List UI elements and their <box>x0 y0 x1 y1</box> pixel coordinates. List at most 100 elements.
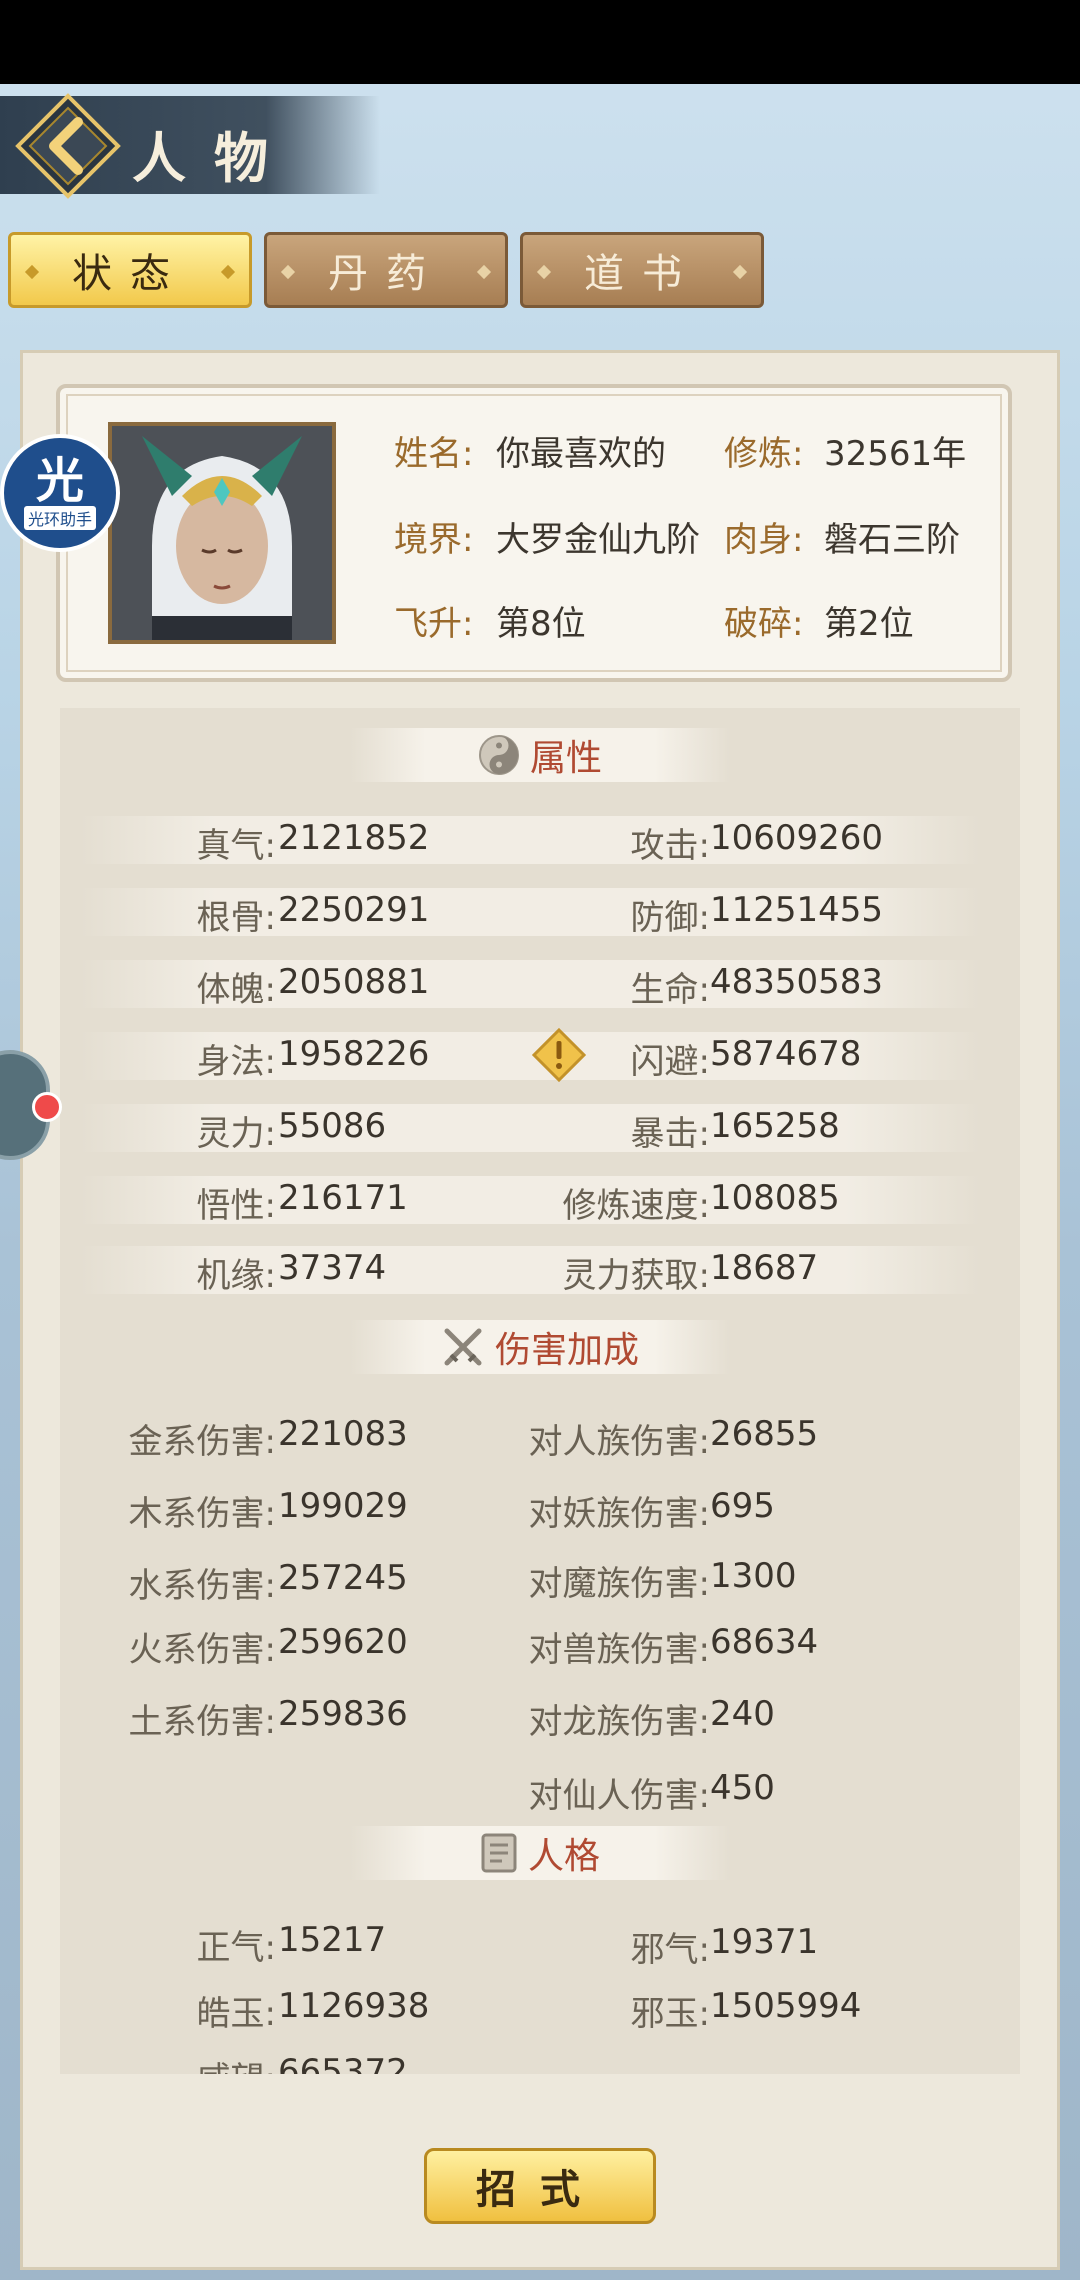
ascend-value: 第8位 <box>496 604 586 644</box>
damage-label: 对仙人伤害: <box>528 1776 710 1816</box>
stat-label: 机缘: <box>196 1256 276 1296</box>
stat-value: 1958226 <box>278 1034 430 1074</box>
page-title: 人物 <box>132 126 296 190</box>
tab-label: 道书 <box>584 251 700 297</box>
stat-value: 2050881 <box>278 962 430 1002</box>
damage-value: 221083 <box>278 1414 408 1454</box>
stat-value: 5874678 <box>710 1034 862 1074</box>
stat-label: 灵力获取: <box>562 1256 710 1296</box>
damage-value: 259836 <box>278 1694 408 1734</box>
helper-badge-sub: 光环助手 <box>23 506 96 530</box>
stat-label: 悟性: <box>196 1186 276 1226</box>
attributes-header: 属性 <box>350 728 730 782</box>
stat-value: 11251455 <box>710 890 884 930</box>
personality-label: 邪玉: <box>630 1994 710 2034</box>
stat-value: 216171 <box>278 1178 408 1218</box>
tab-label: 丹药 <box>328 251 444 297</box>
damage-value: 257245 <box>278 1558 408 1598</box>
section-title: 人格 <box>527 1836 600 1877</box>
damage-label: 对人族伤害: <box>528 1422 710 1462</box>
tab-books[interactable]: 道书 <box>520 232 764 308</box>
stat-value: 165258 <box>710 1106 840 1146</box>
stat-value: 2121852 <box>278 818 430 858</box>
damage-header: 伤害加成 <box>350 1320 730 1374</box>
clipped-row: 威望: 665372 <box>60 2046 1020 2074</box>
character-avatar[interactable] <box>108 422 336 644</box>
name-label: 姓名: <box>394 434 474 474</box>
skills-button-label: 招式 <box>476 2167 604 2213</box>
personality-label: 威望: <box>130 2052 276 2074</box>
personality-value: 19371 <box>710 1922 819 1962</box>
section-title: 伤害加成 <box>494 1330 639 1371</box>
skills-button[interactable]: 招式 <box>424 2148 656 2224</box>
damage-value: 199029 <box>278 1486 408 1526</box>
damage-label: 水系伤害: <box>128 1566 276 1606</box>
stat-label: 闪避: <box>630 1042 710 1082</box>
damage-label: 金系伤害: <box>128 1422 276 1462</box>
stat-value: 55086 <box>278 1106 387 1146</box>
stat-value: 48350583 <box>710 962 884 1002</box>
back-button[interactable] <box>14 92 122 200</box>
stat-label: 攻击: <box>630 826 710 866</box>
notification-dot <box>32 1092 62 1122</box>
tab-pills[interactable]: 丹药 <box>264 232 508 308</box>
damage-value: 26855 <box>710 1414 819 1454</box>
stat-label: 暴击: <box>630 1114 710 1154</box>
cultivation-value: 32561年 <box>824 434 967 474</box>
stat-value: 108085 <box>710 1178 840 1218</box>
damage-label: 对魔族伤害: <box>528 1564 710 1604</box>
stat-label: 体魄: <box>196 970 276 1010</box>
personality-value: 1505994 <box>710 1986 862 2026</box>
yin-yang-icon <box>478 735 519 775</box>
personality-value: 15217 <box>278 1920 387 1960</box>
stat-label: 修炼速度: <box>562 1186 710 1226</box>
name-value: 你最喜欢的 <box>496 434 666 474</box>
character-portrait <box>112 426 332 640</box>
stat-label: 真气: <box>196 826 276 866</box>
realm-value: 大罗金仙九阶 <box>496 520 700 560</box>
tab-status[interactable]: 状态 <box>8 232 252 308</box>
personality-header: 人格 <box>350 1826 730 1880</box>
damage-label: 对龙族伤害: <box>528 1702 710 1742</box>
helper-badge[interactable]: 光 光环助手 <box>0 434 120 552</box>
damage-label: 火系伤害: <box>128 1630 276 1670</box>
tab-label: 状态 <box>72 251 188 297</box>
stat-value: 37374 <box>278 1248 387 1288</box>
damage-label: 对妖族伤害: <box>528 1494 710 1534</box>
stat-label: 灵力: <box>196 1114 276 1154</box>
damage-value: 450 <box>710 1768 775 1808</box>
shatter-label: 破碎: <box>724 604 804 644</box>
damage-value: 240 <box>710 1694 775 1734</box>
ascend-label: 飞升: <box>394 604 474 644</box>
crossed-swords-icon <box>444 1328 482 1366</box>
personality-value: 665372 <box>278 2052 408 2074</box>
damage-value: 1300 <box>710 1556 797 1596</box>
body-value: 磐石三阶 <box>824 520 960 560</box>
damage-value: 695 <box>710 1486 775 1526</box>
helper-badge-main: 光 <box>35 453 84 509</box>
realm-label: 境界: <box>394 520 474 560</box>
stat-label: 根骨: <box>196 898 276 938</box>
shatter-value: 第2位 <box>824 604 914 644</box>
stat-label: 身法: <box>196 1042 276 1082</box>
damage-value: 68634 <box>710 1622 819 1662</box>
personality-label: 皓玉: <box>196 1994 276 2034</box>
section-title: 属性 <box>529 738 602 779</box>
back-arrow-icon <box>15 93 121 199</box>
stat-value: 2250291 <box>278 890 430 930</box>
damage-label: 对兽族伤害: <box>528 1630 710 1670</box>
personality-label: 正气: <box>196 1928 276 1968</box>
damage-label: 木系伤害: <box>128 1494 276 1534</box>
stat-label: 生命: <box>630 970 710 1010</box>
scroll-book-icon <box>481 1833 517 1873</box>
cultivation-label: 修炼: <box>724 434 804 474</box>
personality-value: 1126938 <box>278 1986 430 2026</box>
body-label: 肉身: <box>724 520 804 560</box>
damage-label: 土系伤害: <box>128 1702 276 1742</box>
damage-value: 259620 <box>278 1622 408 1662</box>
stat-value: 10609260 <box>710 818 884 858</box>
personality-label: 邪气: <box>630 1930 710 1970</box>
stat-label: 防御: <box>630 898 710 938</box>
stat-value: 18687 <box>710 1248 819 1288</box>
status-bar <box>0 0 1080 84</box>
